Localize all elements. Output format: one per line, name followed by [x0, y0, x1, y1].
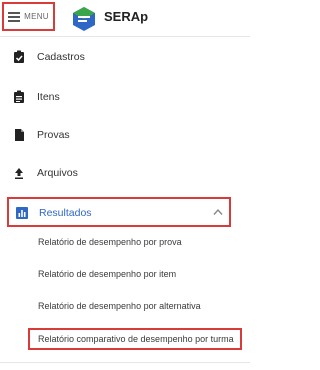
upload-icon	[15, 168, 23, 179]
submenu-relatorio-comparativo-turma[interactable]: Relatório comparativo de desempenho por …	[38, 334, 234, 344]
menu-button[interactable]: MENU	[2, 2, 55, 31]
chevron-up-icon[interactable]	[213, 208, 223, 216]
submenu-relatorio-alternativa[interactable]: Relatório de desempenho por alternativa	[38, 301, 201, 311]
nav-label-resultados: Resultados	[39, 207, 92, 219]
submenu-relatorio-prova[interactable]: Relatório de desempenho por prova	[38, 237, 182, 247]
nav-item-itens[interactable]: Itens	[0, 84, 250, 110]
nav-label-arquivos: Arquivos	[37, 167, 78, 179]
clipboard-list-icon	[14, 90, 24, 103]
submenu-relatorio-item[interactable]: Relatório de desempenho por item	[38, 269, 176, 279]
nav-item-resultados[interactable]: Resultados	[7, 197, 231, 227]
top-header: MENU SERAp	[0, 0, 250, 37]
document-icon	[15, 129, 24, 141]
clipboard-check-icon	[14, 50, 24, 63]
hamburger-icon	[8, 11, 21, 22]
nav-item-arquivos[interactable]: Arquivos	[0, 160, 250, 186]
app-brand: SERAp	[104, 9, 149, 24]
nav-label-provas: Provas	[37, 129, 70, 141]
menu-label: MENU	[24, 12, 49, 21]
divider	[0, 362, 250, 363]
serap-logo-icon	[73, 7, 95, 31]
nav-item-provas[interactable]: Provas	[0, 122, 250, 148]
nav-label-itens: Itens	[37, 91, 60, 103]
nav-label-cadastros: Cadastros	[37, 51, 85, 63]
bar-chart-icon	[16, 207, 28, 219]
nav-item-cadastros[interactable]: Cadastros	[0, 44, 250, 70]
